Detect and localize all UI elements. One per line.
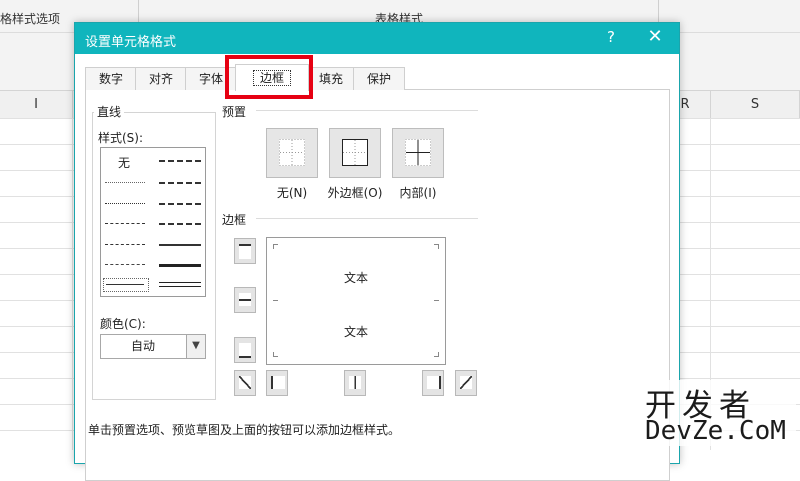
tab-label: 数字 (98, 72, 123, 86)
line-style-hair[interactable] (105, 182, 145, 183)
border-left-icon (271, 376, 285, 389)
line-style-medium-dash-dot[interactable] (159, 203, 201, 205)
no-border-graphic (279, 139, 305, 166)
line-style-dash-dot[interactable] (105, 244, 145, 245)
watermark: 开发者 DevZe.CoM (641, 380, 796, 446)
line-group-title: 直线 (94, 103, 125, 120)
tab-protection[interactable]: 保护 (353, 67, 405, 90)
preview-text-bottom: 文本 (343, 325, 368, 339)
tab-label: 对齐 (148, 72, 173, 86)
presets-title: 预置 (222, 105, 247, 119)
line-color-value: 自动 (130, 339, 155, 353)
line-style-dashed[interactable] (105, 264, 145, 265)
line-style-list[interactable]: 无 (100, 147, 206, 297)
outline-border-icon (342, 139, 368, 166)
line-color-label: 颜色(C): (100, 317, 146, 331)
tab-font[interactable]: 字体 (185, 67, 237, 90)
dialog-titlebar[interactable]: 设置单元格格式 ? ✕ (75, 23, 679, 54)
diagonal-down-icon (460, 376, 472, 389)
border-inside-vertical-icon (349, 376, 361, 389)
preview-mid-mark (273, 300, 278, 301)
line-style-dash-dot-dot[interactable] (105, 223, 145, 224)
line-color-select[interactable]: 自动 ▼ (100, 334, 206, 359)
preset-none-label: 无(N) (276, 186, 308, 200)
border-diagonal-down-button[interactable] (455, 370, 477, 396)
border-top-icon (239, 244, 251, 259)
tab-label: 边框 (252, 70, 291, 86)
border-top-button[interactable] (234, 238, 256, 264)
preset-outline-label: 外边框(O) (327, 186, 383, 200)
border-inside-vertical-button[interactable] (344, 370, 366, 396)
preset-outline-button[interactable] (329, 128, 381, 178)
line-style-double[interactable] (159, 282, 201, 287)
help-icon[interactable]: ? (601, 28, 621, 46)
line-style-dotted[interactable] (105, 203, 145, 204)
border-left-button[interactable] (266, 370, 288, 396)
border-inside-horizontal-button[interactable] (234, 287, 256, 313)
line-style-label: 样式(S): (98, 131, 144, 145)
inside-border-icon (405, 139, 431, 166)
preview-corner-mark (438, 352, 439, 357)
grid-line (72, 118, 73, 450)
preview-corner-mark (273, 244, 274, 249)
line-style-slant-dash-dot[interactable] (159, 182, 201, 184)
preset-inside-label: 内部(I) (399, 186, 437, 200)
border-title: 边框 (222, 213, 247, 227)
preview-mid-mark (434, 300, 439, 301)
hint-text: 单击预置选项、预览草图及上面的按钮可以添加边框样式。 (88, 423, 401, 437)
border-bottom-button[interactable] (234, 337, 256, 363)
tab-fill[interactable]: 填充 (307, 67, 355, 90)
border-preview[interactable]: 文本 文本 (266, 237, 446, 365)
tab-alignment[interactable]: 对齐 (135, 67, 187, 90)
tab-border[interactable]: 边框 (235, 64, 309, 91)
line-style-thick[interactable] (159, 264, 201, 267)
border-right-icon (427, 376, 441, 389)
tab-label: 保护 (366, 72, 391, 86)
column-header-s[interactable]: S (711, 91, 800, 118)
border-bottom-icon (239, 343, 251, 358)
line-style-none[interactable]: 无 (118, 154, 130, 171)
close-icon[interactable]: ✕ (643, 26, 667, 47)
chevron-down-icon[interactable]: ▼ (186, 335, 205, 358)
line-style-medium-dash-dot-dot[interactable] (159, 160, 201, 162)
inside-border-graphic (405, 139, 431, 166)
dialog-title: 设置单元格格式 (85, 35, 177, 50)
preview-text-top: 文本 (343, 271, 368, 285)
line-style-medium-dashed[interactable] (159, 223, 201, 225)
tab-label: 字体 (198, 72, 223, 86)
line-style-thin-selected[interactable] (103, 278, 149, 292)
outline-border-graphic (342, 139, 368, 166)
line-style-thin[interactable] (106, 284, 144, 285)
watermark-en: DevZe.CoM (645, 416, 786, 446)
no-border-icon (279, 139, 305, 166)
border-divider (256, 218, 478, 219)
column-header-i[interactable]: I (0, 91, 73, 118)
preview-corner-mark (273, 352, 274, 357)
presets-divider (256, 110, 478, 111)
line-style-medium[interactable] (159, 244, 201, 246)
ribbon-group-table-style-options[interactable]: 格样式选项 (0, 10, 60, 27)
preset-none-button[interactable] (266, 128, 318, 178)
preview-corner-mark (438, 244, 439, 249)
preset-inside-button[interactable] (392, 128, 444, 178)
tab-number[interactable]: 数字 (85, 67, 137, 90)
border-diagonal-up-button[interactable] (234, 370, 256, 396)
tab-label: 填充 (318, 72, 343, 86)
border-inside-horizontal-icon (239, 293, 251, 306)
diagonal-up-icon (239, 376, 251, 389)
border-right-button[interactable] (422, 370, 444, 396)
